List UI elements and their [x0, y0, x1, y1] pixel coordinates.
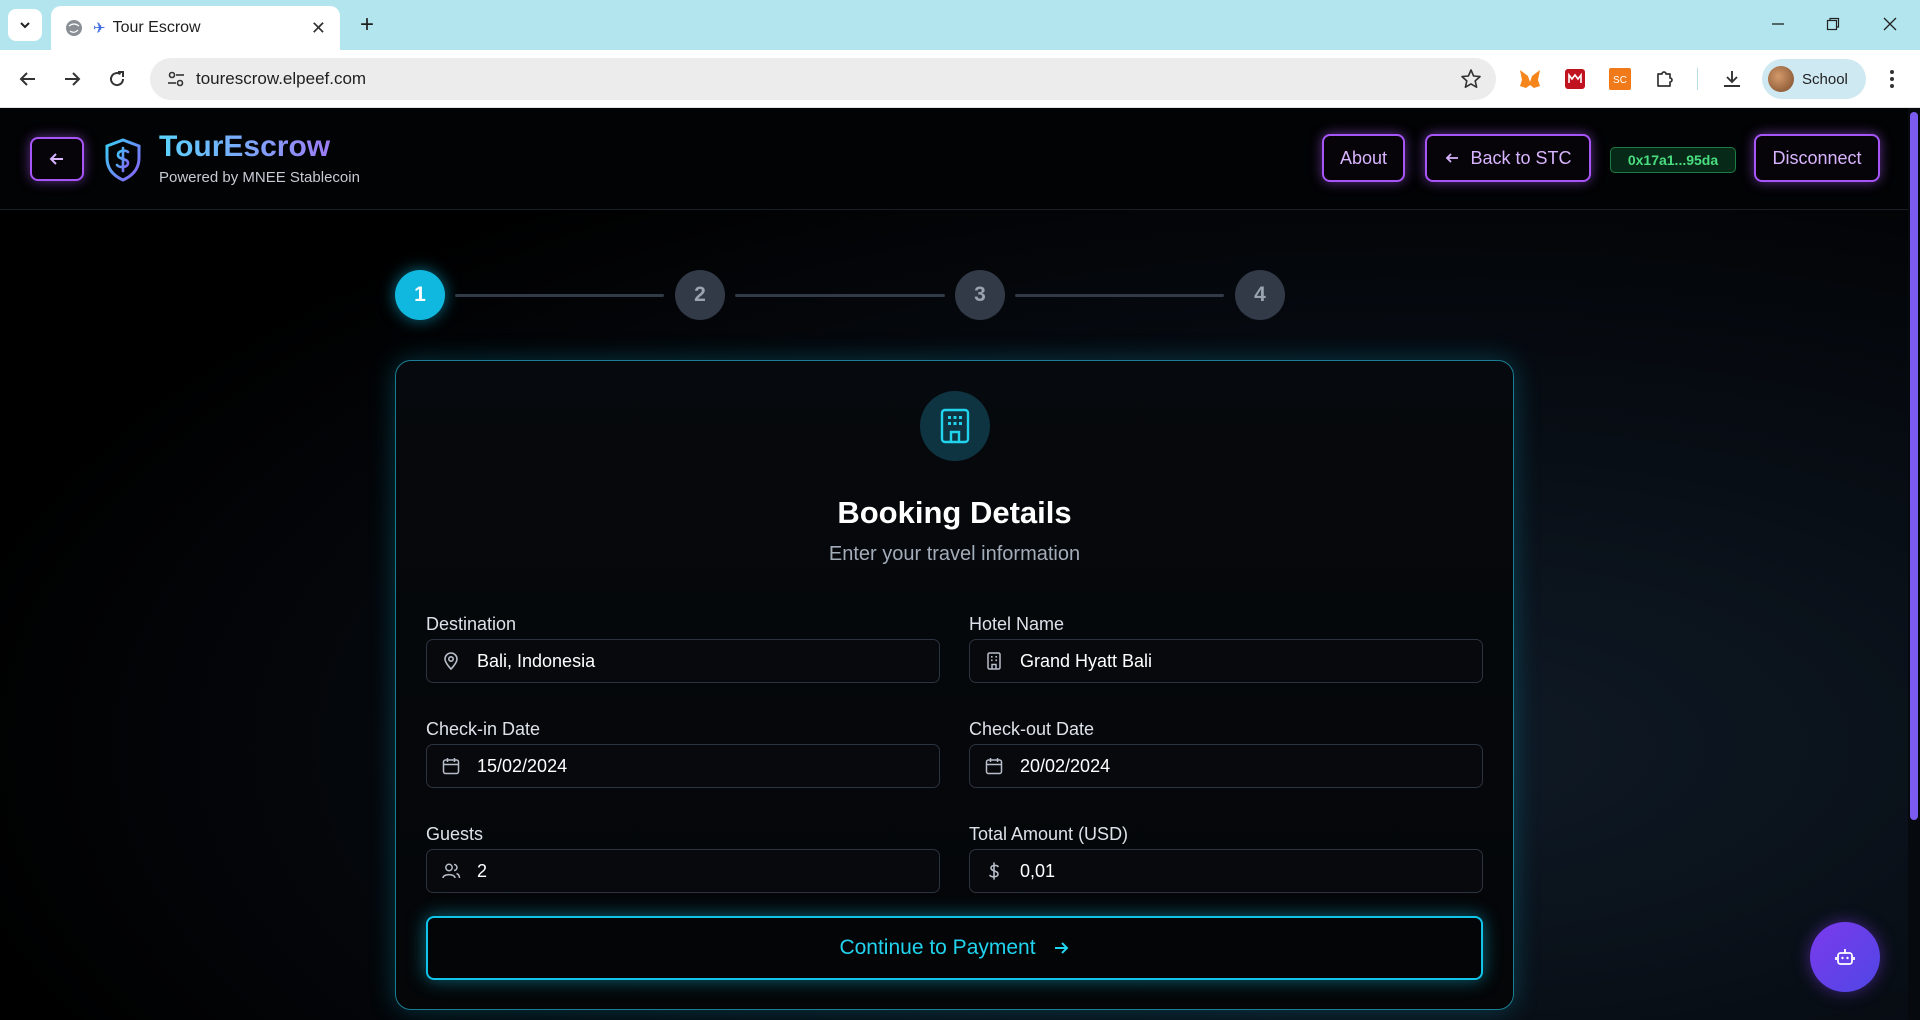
hotel-name-label: Hotel Name: [969, 614, 1065, 634]
close-icon: [1883, 17, 1897, 31]
card-icon-badge: [920, 391, 990, 461]
profile-name: School: [1802, 70, 1848, 88]
tab-close-icon[interactable]: ✕: [311, 18, 326, 39]
arrow-left-icon: [19, 72, 35, 86]
step-connector: [735, 294, 945, 297]
toolbar-divider: [1697, 68, 1698, 90]
checkout-date-input[interactable]: 20/02/2024: [969, 744, 1483, 788]
profile-chip[interactable]: School: [1762, 59, 1866, 99]
bookmark-star-icon[interactable]: [1460, 68, 1482, 90]
svg-text:SC: SC: [1613, 75, 1627, 86]
address-bar[interactable]: tourescrow.elpeef.com: [150, 58, 1496, 100]
scrollbar-thumb[interactable]: [1910, 112, 1918, 820]
header-back-button[interactable]: [30, 137, 84, 181]
site-settings-icon[interactable]: [166, 69, 186, 89]
checkin-date-label: Check-in Date: [426, 719, 541, 739]
chevron-down-icon: [20, 22, 30, 29]
tab-title: Tour Escrow: [112, 19, 201, 36]
restore-button[interactable]: [1811, 8, 1855, 40]
airplane-icon: ✈: [93, 20, 106, 37]
checkin-date-value: 15/02/2024: [477, 755, 568, 776]
browser-toolbar: tourescrow.elpeef.com SC School: [0, 50, 1920, 108]
checkout-date-label: Check-out Date: [969, 719, 1095, 739]
card-subtitle: Enter your travel information: [828, 543, 1081, 565]
step-1: 1: [395, 270, 445, 320]
step-connector: [1015, 294, 1224, 297]
metamask-extension-icon[interactable]: [1516, 65, 1544, 93]
total-amount-input[interactable]: 0,01: [969, 849, 1483, 893]
chatbot-button[interactable]: [1810, 922, 1880, 992]
continue-to-payment-button[interactable]: Continue to Payment: [426, 916, 1483, 980]
hotel-name-value: Grand Hyatt Bali: [1020, 650, 1153, 671]
disconnect-button[interactable]: Disconnect: [1754, 134, 1880, 182]
browser-tab-bar: ✈ Tour Escrow ✕ +: [0, 0, 1920, 50]
building-icon: [987, 652, 1001, 670]
arrow-left-icon: [1446, 153, 1459, 163]
browser-tab[interactable]: ✈ Tour Escrow ✕: [51, 6, 340, 50]
tab-search-button[interactable]: [8, 9, 42, 41]
downloads-icon[interactable]: [1718, 65, 1746, 93]
dollar-icon: [989, 862, 999, 880]
url-text: tourescrow.elpeef.com: [196, 69, 367, 88]
about-button[interactable]: About: [1322, 134, 1405, 182]
brand-title: TourEscrow: [159, 130, 331, 163]
guests-label: Guests: [426, 824, 484, 844]
avatar: [1768, 66, 1794, 92]
calendar-icon: [442, 758, 460, 775]
shield-dollar-logo-icon: [105, 138, 141, 182]
step-4: 4: [1235, 270, 1285, 320]
disconnect-label: Disconnect: [1772, 147, 1862, 168]
close-window-button[interactable]: [1868, 8, 1912, 40]
red-extension-icon[interactable]: [1561, 65, 1589, 93]
minimize-button[interactable]: [1756, 8, 1800, 40]
building-icon: [940, 408, 970, 444]
map-pin-icon: [444, 652, 458, 671]
guests-value: 2: [477, 860, 488, 881]
destination-value: Bali, Indonesia: [477, 650, 596, 671]
more-vertical-icon: [1890, 70, 1894, 88]
hotel-name-input[interactable]: Grand Hyatt Bali: [969, 639, 1483, 683]
calendar-icon: [985, 758, 1003, 775]
step-connector: [455, 294, 664, 297]
arrow-right-icon: [1054, 942, 1068, 954]
app-header: TourEscrow Powered by MNEE Stablecoin Ab…: [0, 108, 1908, 210]
destination-label: Destination: [426, 614, 517, 634]
back-nav-button[interactable]: [12, 63, 44, 95]
bot-icon: [1835, 949, 1855, 965]
browser-menu-button[interactable]: [1878, 65, 1906, 93]
minimize-icon: [1772, 23, 1784, 25]
continue-label: Continue to Payment: [839, 936, 1036, 959]
forward-nav-button[interactable]: [56, 63, 88, 95]
extensions-puzzle-icon[interactable]: [1651, 65, 1679, 93]
total-amount-value: 0,01: [1020, 860, 1056, 881]
brand-subtitle: Powered by MNEE Stablecoin: [159, 169, 360, 186]
wallet-address-badge: 0x17a1...95da: [1610, 147, 1736, 173]
booking-details-card: Booking Details Enter your travel inform…: [395, 360, 1514, 1010]
restore-icon: [1826, 17, 1840, 31]
app-viewport: TourEscrow Powered by MNEE Stablecoin Ab…: [0, 108, 1908, 1020]
step-3: 3: [955, 270, 1005, 320]
back-to-stc-button[interactable]: Back to STC: [1425, 134, 1591, 182]
arrow-left-icon: [49, 153, 63, 165]
reload-icon: [110, 71, 125, 87]
new-tab-button[interactable]: +: [352, 10, 382, 40]
total-amount-label: Total Amount (USD): [969, 824, 1129, 844]
checkin-date-input[interactable]: 15/02/2024: [426, 744, 940, 788]
globe-icon: [66, 20, 82, 36]
destination-input[interactable]: Bali, Indonesia: [426, 639, 940, 683]
users-icon: [442, 863, 461, 879]
arrow-right-icon: [65, 72, 81, 86]
card-title: Booking Details: [837, 495, 1072, 530]
sc-extension-icon[interactable]: SC: [1606, 65, 1634, 93]
back-to-stc-label: Back to STC: [1470, 147, 1572, 168]
guests-input[interactable]: 2: [426, 849, 940, 893]
checkout-date-value: 20/02/2024: [1020, 755, 1111, 776]
reload-button[interactable]: [101, 63, 133, 95]
about-button-label: About: [1339, 147, 1388, 168]
step-2: 2: [675, 270, 725, 320]
